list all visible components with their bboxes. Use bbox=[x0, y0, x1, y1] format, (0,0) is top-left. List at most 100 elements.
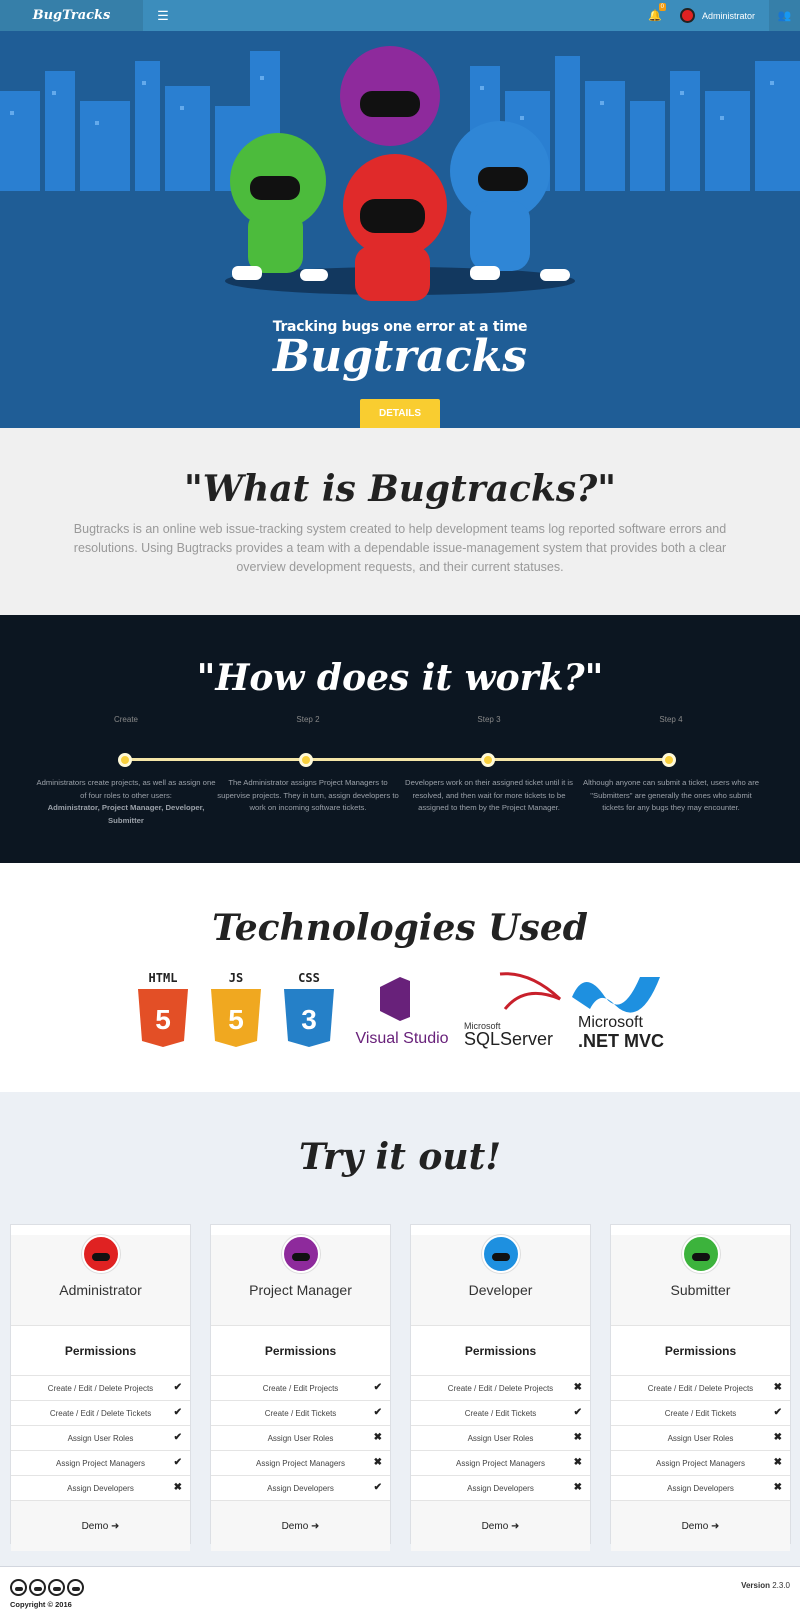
brand-logo[interactable]: BugTracks bbox=[0, 0, 143, 31]
check-icon: ✔ bbox=[773, 1407, 782, 1418]
cross-icon: ✖ bbox=[573, 1482, 582, 1493]
step-text: Administrators create projects, as well … bbox=[36, 778, 216, 800]
step-dot bbox=[481, 753, 495, 767]
timeline-track bbox=[125, 758, 675, 761]
try-section: Try it out! Administrator Permissions Crea… bbox=[0, 1092, 800, 1566]
permission-label: Create / Edit Tickets bbox=[664, 1408, 737, 1418]
step-dot bbox=[118, 753, 132, 767]
css3-logo: CSS 3 bbox=[284, 971, 334, 1047]
what-body: Bugtracks is an online web issue-trackin… bbox=[73, 522, 727, 574]
bell-icon[interactable]: 🔔 0 bbox=[640, 3, 670, 22]
permission-label: Assign Developers bbox=[267, 1483, 334, 1493]
permissions-heading: Permissions bbox=[611, 1326, 790, 1376]
step-description: The Administrator assigns Project Manage… bbox=[217, 777, 399, 815]
username: Administrator bbox=[701, 10, 755, 21]
svg-text:5: 5 bbox=[155, 1004, 171, 1035]
svg-text:Visual Studio: Visual Studio bbox=[355, 1030, 448, 1047]
permission-label: Assign Developers bbox=[67, 1483, 134, 1493]
demo-button[interactable]: Demo ➜ bbox=[211, 1501, 390, 1551]
cross-icon: ✖ bbox=[773, 1457, 782, 1468]
permission-row: Assign Project Managers ✔ bbox=[11, 1451, 190, 1476]
check-icon: ✔ bbox=[573, 1407, 582, 1418]
check-icon: ✔ bbox=[373, 1382, 382, 1393]
permission-label: Create / Edit / Delete Tickets bbox=[49, 1408, 152, 1418]
permission-label: Assign User Roles bbox=[467, 1433, 534, 1443]
check-icon: ✔ bbox=[173, 1432, 182, 1443]
what-section: "What is Bugtracks?" Bugtracks is an onl… bbox=[0, 428, 800, 615]
version-label: Version bbox=[741, 1581, 770, 1590]
footer-logo bbox=[10, 1579, 84, 1596]
svg-text:3: 3 bbox=[301, 1004, 317, 1035]
permission-label: Assign Project Managers bbox=[456, 1458, 545, 1468]
permissions-heading: Permissions bbox=[411, 1326, 590, 1376]
step-description: Developers work on their assigned ticket… bbox=[398, 777, 580, 815]
step-description: Although anyone can submit a ticket, use… bbox=[580, 777, 762, 815]
dotnet-mvc-logo: Microsoft .NET MVC bbox=[572, 977, 664, 1049]
svg-text:JS: JS bbox=[229, 971, 243, 985]
svg-text:5: 5 bbox=[228, 1004, 244, 1035]
demo-button[interactable]: Demo ➜ bbox=[411, 1501, 590, 1551]
details-button[interactable]: DETAILS bbox=[360, 399, 440, 428]
permission-label: Create / Edit Tickets bbox=[464, 1408, 537, 1418]
permission-label: Assign Project Managers bbox=[656, 1458, 745, 1468]
footer: Copyright © 2016 Version 2.3.0 bbox=[0, 1566, 800, 1617]
version-number: 2.3.0 bbox=[772, 1581, 790, 1590]
user-menu[interactable]: Administrator bbox=[670, 8, 769, 23]
check-icon: ✔ bbox=[173, 1382, 182, 1393]
step-label: Step 3 bbox=[477, 715, 501, 724]
permission-label: Assign Developers bbox=[467, 1483, 534, 1493]
permission-row: Create / Edit / Delete Tickets ✔ bbox=[11, 1401, 190, 1426]
copyright: Copyright © 2016 bbox=[10, 1600, 72, 1609]
permission-label: Assign Developers bbox=[667, 1483, 734, 1493]
step-dot bbox=[299, 753, 313, 767]
step-text: Developers work on their assigned ticket… bbox=[405, 778, 573, 812]
top-navbar: BugTracks ☰ 🔔 0 Administrator 👥 bbox=[0, 0, 800, 31]
role-name: Submitter bbox=[670, 1282, 731, 1298]
permission-label: Assign User Roles bbox=[267, 1433, 334, 1443]
step-label: Step 2 bbox=[296, 715, 320, 724]
svg-text:CSS: CSS bbox=[298, 971, 320, 985]
cross-icon: ✖ bbox=[773, 1482, 782, 1493]
demo-button[interactable]: Demo ➜ bbox=[611, 1501, 790, 1551]
svg-text:.NET MVC: .NET MVC bbox=[578, 1031, 664, 1049]
svg-text:SQLServer: SQLServer bbox=[464, 1029, 553, 1049]
how-section: "How does it work?" Create Administrators… bbox=[0, 615, 800, 863]
permission-row: Create / Edit Tickets ✔ bbox=[611, 1401, 790, 1426]
step-text: Although anyone can submit a ticket, use… bbox=[582, 778, 760, 812]
cross-icon: ✖ bbox=[573, 1457, 582, 1468]
role-name: Administrator bbox=[59, 1282, 142, 1298]
demo-button[interactable]: Demo ➜ bbox=[11, 1501, 190, 1551]
visual-studio-logo: Visual Studio bbox=[355, 977, 449, 1047]
check-icon: ✔ bbox=[373, 1482, 382, 1493]
permissions-heading: Permissions bbox=[211, 1326, 390, 1376]
role-avatar-icon bbox=[481, 1235, 520, 1273]
role-avatar-icon bbox=[681, 1235, 720, 1273]
permission-label: Assign User Roles bbox=[67, 1433, 134, 1443]
step-text: The Administrator assigns Project Manage… bbox=[217, 778, 399, 812]
version-info: Version 2.3.0 bbox=[741, 1581, 790, 1590]
role-card: Developer Permissions Create / Edit / Dele… bbox=[410, 1224, 591, 1551]
permission-label: Create / Edit Projects bbox=[262, 1383, 339, 1393]
technologies-section: Technologies Used HTML 5 JS 5 CSS 3 Visu… bbox=[0, 863, 800, 1092]
role-card: Project Manager Permissions Create / Edit … bbox=[210, 1224, 391, 1551]
role-name: Project Manager bbox=[249, 1282, 352, 1298]
sql-server-logo: Microsoft SQLServer bbox=[464, 972, 562, 1049]
svg-text:Microsoft: Microsoft bbox=[578, 1014, 643, 1031]
permission-row: Assign User Roles ✔ bbox=[11, 1426, 190, 1451]
cross-icon: ✖ bbox=[773, 1432, 782, 1443]
permission-row: Create / Edit / Delete Projects ✖ bbox=[411, 1376, 590, 1401]
technology-logos: HTML 5 JS 5 CSS 3 Visual Studio Microsof… bbox=[138, 971, 664, 1049]
permission-label: Create / Edit / Delete Projects bbox=[647, 1383, 754, 1393]
menu-toggle-icon[interactable]: ☰ bbox=[153, 8, 173, 24]
permission-row: Assign Developers ✖ bbox=[11, 1476, 190, 1501]
cross-icon: ✖ bbox=[573, 1432, 582, 1443]
how-heading: "How does it work?" bbox=[196, 657, 604, 699]
svg-text:HTML: HTML bbox=[149, 971, 178, 985]
role-name: Developer bbox=[468, 1282, 533, 1298]
permission-row: Create / Edit / Delete Projects ✔ bbox=[11, 1376, 190, 1401]
cross-icon: ✖ bbox=[573, 1382, 582, 1393]
permission-label: Assign Project Managers bbox=[256, 1458, 345, 1468]
permission-row: Assign Developers ✖ bbox=[411, 1476, 590, 1501]
users-icon[interactable]: 👥 bbox=[769, 0, 800, 31]
step-label: Create bbox=[113, 715, 138, 724]
